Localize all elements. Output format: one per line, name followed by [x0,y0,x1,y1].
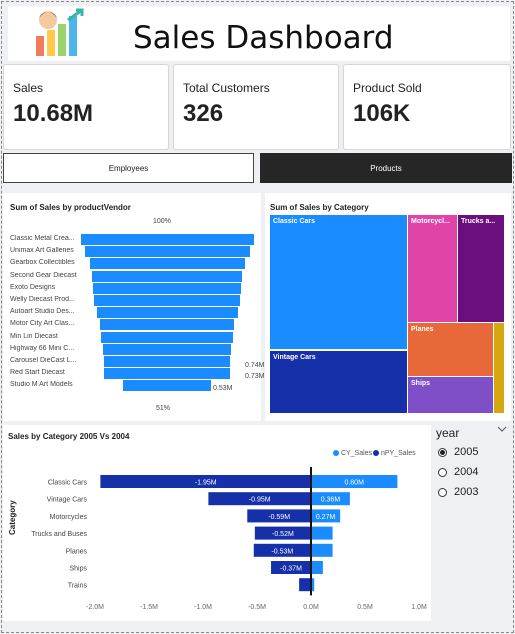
funnel-chart: Sum of Sales by productVendor 100% Class… [3,193,265,421]
category-tick-label: Classic Cars [48,480,88,487]
category-tick-label: Vintage Cars [47,497,88,504]
funnel-category-label: Classic Metal Crea... [10,235,75,242]
x-tick-label: -1.0M [194,604,212,611]
funnel-bar[interactable] [92,270,242,282]
bar-nPY_Sales[interactable] [299,578,311,592]
treemap-tile-classic-cars[interactable]: Classic Cars [270,215,407,349]
dashboard-logo-icon [36,8,84,56]
header: Sales Dashboard [8,6,510,61]
bar-chart-svg: Classic Cars 0.80M -1.95M Vintage Cars 0.36M… [31,467,427,611]
bar-data-label: 0.80M [344,480,364,487]
year-option-2005[interactable]: 2005 [438,446,478,458]
treemap-tile-vintage-cars[interactable]: Vintage Cars [270,351,407,413]
kpi-customers-card: Total Customers 326 [173,64,339,150]
category-tick-label: Ships [69,566,87,573]
year-slicer-title: year [436,426,460,440]
funnel-bar[interactable] [101,331,233,343]
bar-data-label: 0.27M [316,514,336,521]
funnel-value-label: 0.73M [245,373,265,380]
x-tick-label: 1.0M [411,604,427,611]
funnel-bar[interactable] [104,368,230,380]
funnel-value-label: 0.74M [245,362,265,369]
x-tick-label: 0.5M [357,604,373,611]
radio-icon[interactable] [438,467,447,477]
funnel-bar[interactable] [94,295,240,306]
kpi-value: 10.68M [13,100,94,127]
bar-data-label: 0.36M [321,497,341,504]
treemap-chart: Sum of Sales by Category Classic Cars Vi… [265,193,511,421]
funnel-category-label: Studio M Art Models [10,381,73,389]
bar-CY_Sales[interactable] [311,526,333,540]
funnel-bar[interactable] [93,282,241,294]
funnel-bar[interactable] [80,234,254,245]
category-tick-label: Trains [68,583,88,590]
x-tick-label: -0.5M [248,604,266,611]
funnel-value-label: 0.53M [213,385,233,392]
treemap-title: Sum of Sales by Category [270,203,369,212]
funnel-bar[interactable] [100,319,234,331]
funnel-category-label: Gearbox Collectibles [10,259,75,267]
funnel-category-label: Welly Diecast Prod... [10,296,75,303]
year-option-2004[interactable]: 2004 [438,466,478,478]
bar-CY_Sales[interactable] [311,543,333,557]
kpi-label: Sales [13,81,44,95]
treemap-tile-trucks[interactable]: Trucks a... [458,215,504,322]
funnel-category-label: Red Start Diecast [10,369,65,377]
x-tick-label: 0.0M [303,604,319,611]
funnel-category-label: Second Gear Diecast [10,271,77,279]
treemap-tile-ships[interactable]: Ships [408,377,493,413]
radio-icon[interactable] [438,487,447,497]
employees-button[interactable]: Employees [3,153,254,183]
x-tick-label: -2.0M [86,604,104,611]
chevron-down-icon[interactable] [497,425,507,433]
kpi-label: Product Sold [353,81,422,95]
products-button[interactable]: Products [260,153,512,183]
kpi-label: Total Customers [183,81,270,95]
bar-data-label: -0.95M [249,497,271,504]
funnel-bar[interactable] [103,343,231,355]
treemap-tile-motorcycles[interactable]: Motorcycl... [408,215,457,322]
funnel-bar[interactable] [104,356,230,367]
kpi-sales-card: Sales 10.68M [3,64,169,150]
funnel-category-label: Unimax Art Galleries [10,247,74,255]
radio-selected-icon[interactable] [438,447,447,457]
category-bar-chart: Sales by Category 2005 Vs 2004 CY_Sales … [3,425,431,621]
kpi-value: 326 [183,100,224,127]
funnel-category-label: Exoto Designs [10,283,56,291]
bar-data-label: -0.59M [268,514,290,521]
funnel-top-pct: 100% [153,218,171,225]
year-option-label: 2005 [454,446,479,458]
funnel-bar[interactable] [84,246,250,258]
funnel-category-label: Highway 66 Mini C... [10,344,75,352]
category-tick-label: Trucks and Buses [31,531,87,538]
year-option-2003[interactable]: 2003 [438,486,478,498]
bar-data-label: -0.37M [280,566,302,573]
kpi-products-card: Product Sold 106K [343,64,511,150]
funnel-bar[interactable] [89,258,245,270]
treemap-tile-planes[interactable]: Planes [408,323,493,376]
funnel-category-label: Motor City Art Clas... [10,320,75,328]
funnel-bar[interactable] [123,380,211,392]
page-title: Sales Dashboard [133,20,394,56]
category-tick-label: Planes [66,548,88,555]
funnel-category-label: Min Lin Diecast [10,332,58,340]
year-option-label: 2003 [454,486,479,498]
category-tick-label: Motorcycles [50,514,88,521]
bar-data-label: -1.95M [195,480,217,487]
bar-CY_Sales[interactable] [311,561,323,574]
year-option-label: 2004 [454,466,479,478]
funnel-bottom-pct: 51% [156,405,171,412]
treemap-tile-trains[interactable] [494,323,504,413]
kpi-value: 106K [353,100,411,127]
funnel-bar[interactable] [96,307,238,319]
funnel-category-label: Carousel DieCast L... [10,357,77,364]
bar-data-label: -0.52M [272,531,294,538]
funnel-title: Sum of Sales by productVendor [10,203,131,212]
x-tick-label: -1.5M [140,604,158,611]
funnel-category-label: Autoart Studio Des... [10,308,75,316]
bar-data-label: -0.53M [271,548,293,555]
